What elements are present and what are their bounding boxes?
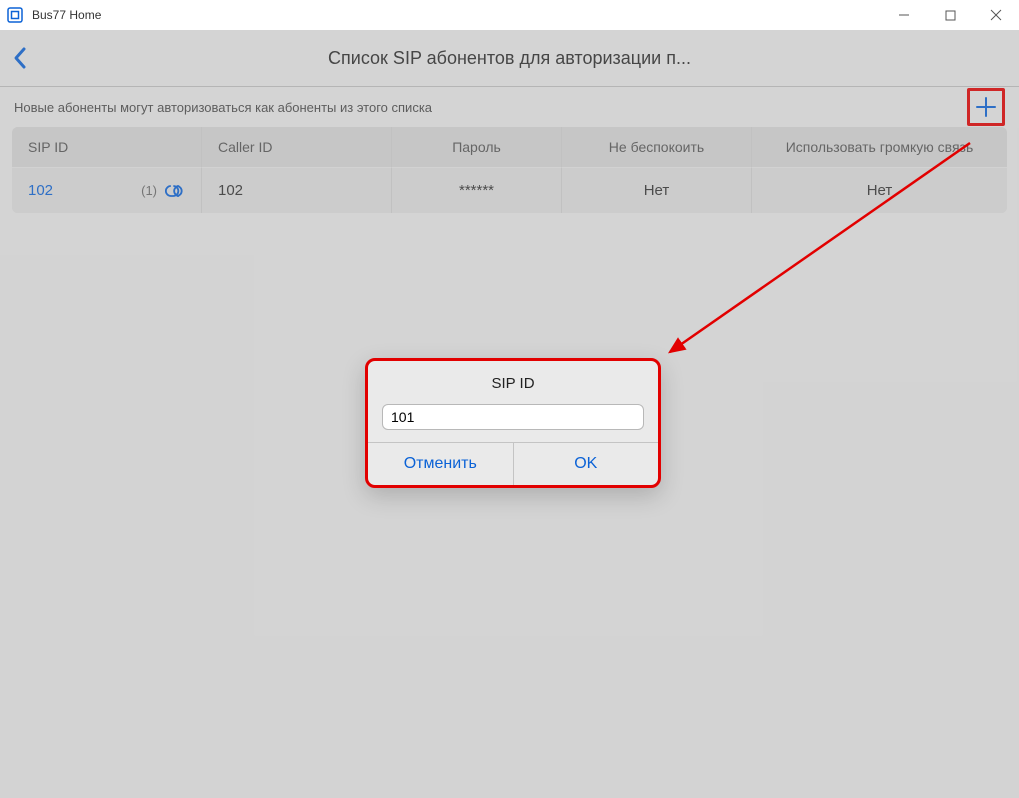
cell-sip-id: 102 (1) <box>12 167 202 213</box>
link-icon <box>165 183 185 199</box>
col-caller-id: Caller ID <box>202 127 392 167</box>
page-title: Список SIP абонентов для авторизации п..… <box>0 48 1019 69</box>
window-titlebar: Bus77 Home <box>0 0 1019 31</box>
plus-icon <box>974 95 998 119</box>
app-icon <box>0 7 30 23</box>
sip-table: SIP ID Caller ID Пароль Не беспокоить Ис… <box>12 127 1007 213</box>
subheader-description: Новые абоненты могут авторизоваться как … <box>14 100 967 115</box>
dialog-title: SIP ID <box>368 361 658 400</box>
back-button[interactable] <box>0 30 40 86</box>
minimize-button[interactable] <box>881 0 927 30</box>
col-password: Пароль <box>392 127 562 167</box>
col-dnd: Не беспокоить <box>562 127 752 167</box>
sip-id-input[interactable] <box>382 404 644 430</box>
subheader: Новые абоненты могут авторизоваться как … <box>0 87 1019 127</box>
navbar: Список SIP абонентов для авторизации п..… <box>0 30 1019 87</box>
table-row[interactable]: 102 (1) 102 ****** Нет Нет <box>12 167 1007 213</box>
sip-count: (1) <box>141 183 157 198</box>
sip-id-dialog: SIP ID Отменить OK <box>365 358 661 488</box>
window-controls <box>881 0 1019 30</box>
window-title: Bus77 Home <box>30 8 101 22</box>
maximize-button[interactable] <box>927 0 973 30</box>
table-header: SIP ID Caller ID Пароль Не беспокоить Ис… <box>12 127 1007 167</box>
close-button[interactable] <box>973 0 1019 30</box>
add-button[interactable] <box>970 91 1002 123</box>
add-button-highlight <box>967 88 1005 126</box>
cell-dnd: Нет <box>562 167 752 213</box>
col-sip-id: SIP ID <box>12 127 202 167</box>
sip-id-value: 102 <box>28 182 53 199</box>
cell-speakerphone: Нет <box>752 167 1007 213</box>
ok-button[interactable]: OK <box>513 443 659 485</box>
cell-password: ****** <box>392 167 562 213</box>
cancel-button[interactable]: Отменить <box>368 443 513 485</box>
col-speakerphone: Использовать громкую связь <box>752 127 1007 167</box>
cell-caller-id: 102 <box>202 167 392 213</box>
